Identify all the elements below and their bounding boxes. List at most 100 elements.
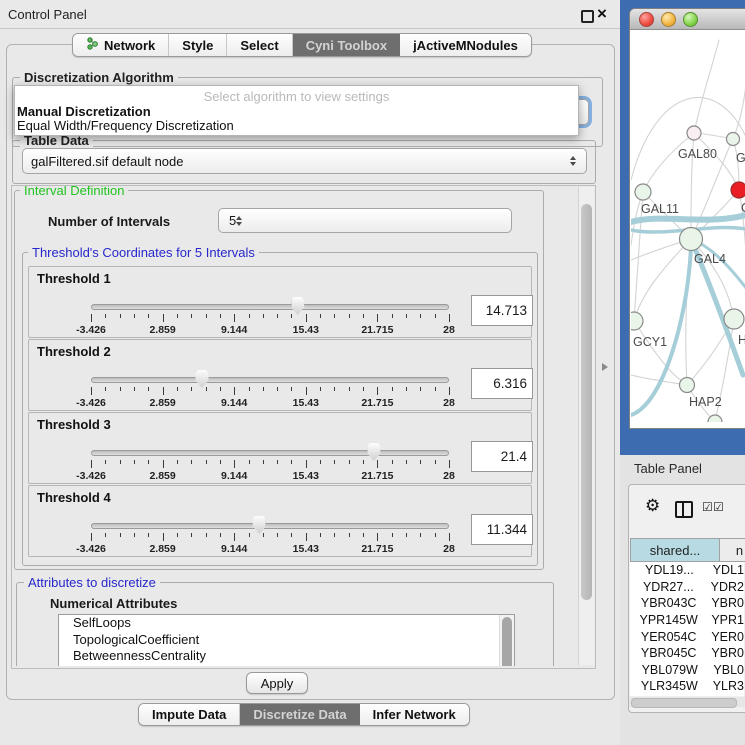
list-scrollbar[interactable] — [499, 615, 514, 666]
algorithm-option[interactable]: Manual Discretization — [17, 104, 151, 119]
tab-select[interactable]: Select — [227, 34, 292, 56]
bottom-tab-impute-data[interactable]: Impute Data — [139, 704, 240, 725]
network-node-GA[interactable] — [727, 133, 740, 146]
cell-name: YDL1 — [709, 563, 744, 577]
horizontal-scrollbar[interactable] — [629, 697, 745, 707]
table-row[interactable]: YBR043CYBR0 — [630, 595, 744, 612]
tick-mark — [163, 314, 164, 322]
vertical-scrollbar-thumb[interactable] — [581, 204, 592, 600]
tab-jactivemnodules[interactable]: jActiveMNodules — [400, 34, 531, 56]
algorithm-option[interactable]: Equal Width/Frequency Discretization — [17, 118, 234, 133]
top-tab-bar: Network Style SelectCyni Toolbox jActiveMNo… — [72, 33, 532, 57]
network-node-GCY1[interactable] — [631, 312, 643, 330]
slider-track[interactable] — [91, 523, 449, 529]
close-icon[interactable]: × — [597, 4, 607, 24]
tab-label: Style — [182, 38, 213, 53]
interval-definition-title: Interval Definition — [20, 186, 128, 198]
tick-label: 21.715 — [361, 397, 393, 409]
checkbox-icon[interactable]: ☑ — [713, 500, 724, 514]
slider-handle[interactable] — [195, 370, 208, 388]
network-canvas[interactable]: GAL80GACGAL11GAL4GCY1HHAP2 — [631, 30, 745, 422]
network-window-titlebar[interactable] — [630, 9, 745, 30]
threshold-value-field[interactable]: 11.344 — [471, 514, 533, 545]
bottom-tab-infer-network[interactable]: Infer Network — [360, 704, 469, 725]
table-row[interactable]: YPR145WYPR1 — [630, 612, 744, 629]
slider-track[interactable] — [91, 377, 449, 383]
list-item[interactable]: SelfLoops — [59, 615, 514, 632]
tick-mark — [277, 533, 278, 537]
tick-mark — [105, 533, 106, 537]
bottom-tab-label: Impute Data — [152, 707, 226, 722]
table-row[interactable]: YER054CYER0 — [630, 628, 744, 645]
table-row[interactable]: YDR27...YDR2 — [630, 579, 744, 596]
numerical-attributes-list[interactable]: SelfLoopsTopologicalCoefficientBetweenne… — [58, 614, 515, 666]
tick-mark — [320, 533, 321, 537]
table-data-combobox[interactable]: galFiltered.sif default node — [22, 148, 587, 174]
network-node-HAP2[interactable] — [680, 378, 695, 393]
table-row[interactable]: YLR345WYLR3 — [630, 678, 744, 695]
network-edge — [739, 190, 745, 250]
slider[interactable]: -3.4262.8599.14415.4321.71528 — [91, 447, 449, 481]
close-traffic-light-icon[interactable] — [639, 12, 654, 27]
splitter-arrow-icon[interactable] — [602, 363, 608, 371]
tick-mark — [263, 460, 264, 464]
column-header-shared[interactable]: shared... — [630, 538, 720, 562]
table-row[interactable]: YIL052CYIL0 — [630, 695, 744, 696]
numerical-attributes-label: Numerical Attributes — [50, 596, 177, 611]
slider-handle[interactable] — [367, 443, 380, 461]
table-row[interactable]: YBR045CYBR0 — [630, 645, 744, 662]
tick-mark — [191, 314, 192, 318]
network-node-H[interactable] — [724, 309, 744, 329]
horizontal-scrollbar-thumb[interactable] — [631, 698, 737, 708]
network-node-GAL4[interactable] — [680, 228, 703, 251]
tab-network[interactable]: Network — [73, 34, 169, 56]
slider[interactable]: -3.4262.8599.14415.4321.71528 — [91, 374, 449, 408]
slider[interactable]: -3.4262.8599.14415.4321.71528 — [91, 301, 449, 335]
tick-mark — [420, 460, 421, 464]
tick-mark — [120, 533, 121, 537]
tick-mark — [206, 387, 207, 391]
slider-handle[interactable] — [291, 297, 304, 315]
network-node-C[interactable] — [731, 182, 745, 198]
tick-mark — [377, 460, 378, 468]
number-of-intervals-spinner[interactable]: 5 — [218, 208, 512, 233]
tick-mark — [435, 460, 436, 464]
slider[interactable]: -3.4262.8599.14415.4321.71528 — [91, 520, 449, 554]
tab-label: jActiveMNodules — [413, 38, 518, 53]
slider-track[interactable] — [91, 304, 449, 310]
zoom-traffic-light-icon[interactable] — [683, 12, 698, 27]
tick-label: 2.859 — [149, 397, 175, 409]
gear-icon[interactable]: ⚙ — [645, 496, 660, 516]
node-table[interactable]: YDL19...YDL1YDR27...YDR2YBR043CYBR0YPR14… — [630, 562, 744, 696]
bottom-tab-discretize-data[interactable]: Discretize Data — [240, 704, 359, 725]
slider-track[interactable] — [91, 450, 449, 456]
split-columns-icon[interactable] — [675, 501, 693, 518]
table-row[interactable]: YDL19...YDL1 — [630, 562, 744, 579]
column-header-name[interactable]: n — [719, 538, 745, 562]
list-item[interactable]: TopologicalCoefficient — [59, 632, 514, 649]
tick-mark — [349, 314, 350, 318]
minimize-traffic-light-icon[interactable] — [661, 12, 676, 27]
table-row[interactable]: YBL079WYBL0 — [630, 662, 744, 679]
tab-style[interactable]: Style — [169, 34, 227, 56]
list-scrollbar-thumb[interactable] — [502, 617, 512, 666]
network-window[interactable]: GAL80GACGAL11GAL4GCY1HHAP2 — [629, 8, 745, 429]
tick-label: 28 — [443, 324, 455, 336]
vertical-scrollbar[interactable] — [578, 187, 594, 665]
table-panel-title: Table Panel — [634, 461, 702, 476]
apply-button[interactable]: Apply — [246, 672, 308, 694]
network-node-GAL80[interactable] — [687, 126, 701, 140]
threshold-value-field[interactable]: 14.713 — [471, 295, 533, 326]
float-window-icon[interactable] — [581, 10, 594, 23]
tab-cyni-toolbox[interactable]: Cyni Toolbox — [293, 34, 400, 56]
threshold-value-field[interactable]: 21.4 — [471, 441, 533, 472]
checkbox-icon[interactable]: ☑ — [702, 500, 713, 514]
list-item[interactable]: BetweennessCentrality — [59, 648, 514, 665]
threshold-value-field[interactable]: 6.316 — [471, 368, 533, 399]
slider-handle[interactable] — [253, 516, 266, 534]
network-node-GAL11[interactable] — [635, 184, 651, 200]
threshold-row: Threshold 4-3.4262.8599.14415.4321.71528… — [28, 485, 532, 557]
tick-mark — [105, 460, 106, 464]
network-node-label: C — [741, 201, 745, 215]
bottom-tab-bar: Impute Data Discretize DataInfer Network — [138, 703, 470, 726]
